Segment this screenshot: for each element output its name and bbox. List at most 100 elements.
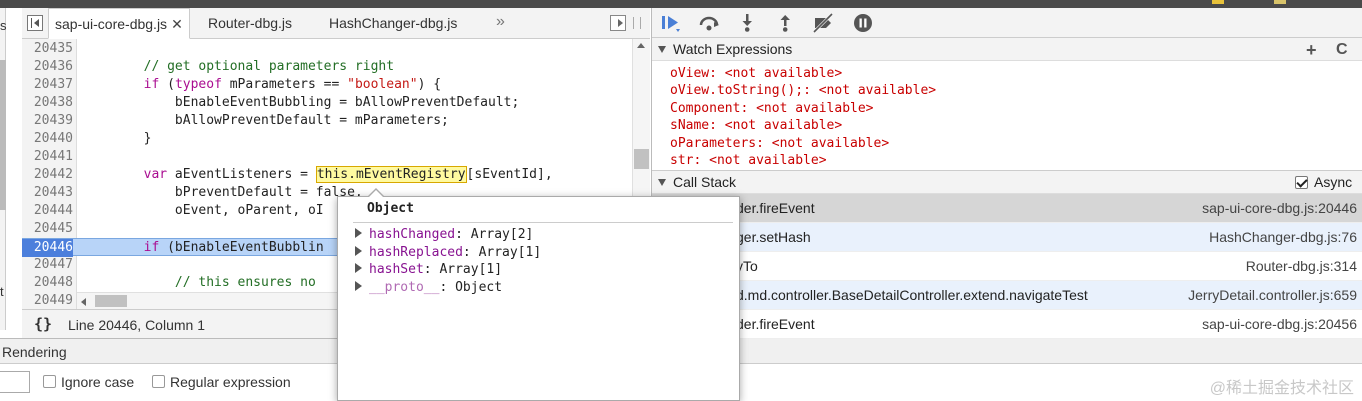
- object-property[interactable]: hashSet: Array[1]: [355, 261, 502, 278]
- call-stack-frame[interactable]: der.fireEvent sap-ui-core-dbg.js:20446: [652, 194, 1362, 223]
- frame-location[interactable]: sap-ui-core-dbg.js:20456: [1202, 316, 1357, 332]
- line-number[interactable]: 20437: [22, 76, 73, 94]
- deactivate-breakpoints-icon[interactable]: [812, 12, 834, 34]
- line-number[interactable]: 20447: [22, 256, 73, 274]
- navigator-scrollbar-thumb[interactable]: [0, 60, 6, 210]
- watch-expression[interactable]: sName: <not available>: [670, 117, 842, 134]
- line-number[interactable]: 20439: [22, 112, 73, 130]
- line-number[interactable]: 20446: [22, 239, 73, 257]
- section-title: Call Stack: [673, 174, 737, 190]
- code-line[interactable]: 20435: [22, 40, 632, 58]
- async-checkbox[interactable]: [1295, 176, 1308, 189]
- line-number[interactable]: 20449: [22, 292, 73, 309]
- code-text: }: [81, 131, 152, 146]
- horizontal-scroll-thumb[interactable]: [95, 295, 127, 307]
- hovered-expression[interactable]: this.mEventRegistry: [315, 166, 467, 183]
- property-name: hashChanged: [369, 227, 456, 242]
- watch-value: <not available>: [771, 135, 890, 151]
- line-number[interactable]: 20435: [22, 40, 73, 58]
- object-property[interactable]: __proto__: Object: [355, 279, 502, 296]
- watch-separator: :: [709, 118, 725, 134]
- expand-triangle-icon[interactable]: [355, 245, 362, 256]
- watermark: @稀土掘金技术社区: [1209, 380, 1354, 397]
- search-input[interactable]: [0, 371, 30, 393]
- frame-location[interactable]: Router-dbg.js:314: [1246, 258, 1357, 274]
- add-watch-button[interactable]: +: [1306, 40, 1317, 61]
- step-out-icon[interactable]: [774, 13, 796, 33]
- toggle-debugger-button[interactable]: [610, 15, 626, 31]
- property-name: __proto__: [369, 279, 440, 295]
- tab-rendering[interactable]: Rendering: [2, 344, 67, 360]
- toggle-navigator-button[interactable]: [27, 15, 43, 31]
- popover-divider: [353, 222, 733, 223]
- pretty-print-button[interactable]: {}: [34, 315, 52, 333]
- code-line[interactable]: 20438 bEnableEventBubbling = bAllowPreve…: [22, 94, 632, 112]
- step-into-icon[interactable]: [736, 13, 758, 33]
- watch-expression[interactable]: str: <not available>: [670, 152, 827, 169]
- expand-triangle-icon[interactable]: [355, 280, 362, 291]
- code-line[interactable]: 20440 }: [22, 130, 632, 148]
- panel-resize-grip[interactable]: [633, 17, 641, 29]
- code-line[interactable]: 20441: [22, 148, 632, 166]
- frame-function: d.md.controller.BaseDetailController.ext…: [736, 287, 1088, 303]
- navigator-panel-edge[interactable]: s t: [0, 8, 7, 330]
- line-number[interactable]: 20448: [22, 274, 73, 292]
- code-line[interactable]: 20439 bAllowPreventDefault = mParameters…: [22, 112, 632, 130]
- scroll-up-arrow-icon[interactable]: [637, 43, 645, 48]
- tab-sap-ui-core-dbg[interactable]: sap-ui-core-dbg.js ✕: [48, 8, 190, 39]
- code-text: if (typeof mParameters == "boolean") {: [143, 77, 442, 92]
- code-text: bEnableEventBubbling = bAllowPreventDefa…: [81, 95, 520, 110]
- frame-function: ger.setHash: [736, 229, 811, 245]
- expand-triangle-icon[interactable]: [658, 179, 666, 186]
- step-over-icon[interactable]: [698, 13, 720, 33]
- expand-triangle-icon[interactable]: [355, 263, 362, 273]
- vertical-scroll-thumb[interactable]: [634, 149, 649, 169]
- watch-value: <not available>: [709, 153, 827, 168]
- line-number[interactable]: 20442: [22, 166, 73, 184]
- watch-expression[interactable]: oView.toString();: <not available>: [670, 82, 936, 99]
- pause-on-exceptions-icon[interactable]: [852, 13, 874, 33]
- regex-checkbox[interactable]: [152, 375, 165, 388]
- tab-router-dbg[interactable]: Router-dbg.js: [208, 8, 292, 39]
- frame-location[interactable]: sap-ui-core-dbg.js:20446: [1202, 200, 1357, 216]
- code-line[interactable]: 20436 // get optional parameters right: [22, 58, 632, 76]
- call-stack-frame[interactable]: d.md.controller.BaseDetailController.ext…: [652, 281, 1362, 310]
- frame-location[interactable]: JerryDetail.controller.js:659: [1188, 287, 1357, 303]
- code-line[interactable]: 20437 if (typeof mParameters == "boolean…: [22, 76, 632, 94]
- line-number[interactable]: 20445: [22, 220, 73, 238]
- more-tabs-icon[interactable]: »: [496, 13, 505, 31]
- scroll-left-arrow-icon[interactable]: [81, 298, 86, 306]
- close-icon[interactable]: ✕: [171, 16, 183, 32]
- call-stack-header[interactable]: Call Stack Async: [652, 170, 1362, 194]
- tab-hashchanger-dbg[interactable]: HashChanger-dbg.js: [329, 8, 457, 39]
- frame-location[interactable]: HashChanger-dbg.js:76: [1209, 229, 1357, 245]
- watch-name: str: [670, 153, 694, 168]
- line-number[interactable]: 20444: [22, 202, 73, 220]
- resume-icon[interactable]: [660, 13, 682, 33]
- object-property[interactable]: hashChanged: Array[2]: [355, 226, 533, 243]
- watch-expression[interactable]: oParameters: <not available>: [670, 135, 889, 152]
- property-value: Array[2]: [470, 227, 534, 242]
- expand-triangle-icon[interactable]: [658, 46, 666, 53]
- line-number[interactable]: 20436: [22, 58, 73, 76]
- call-stack-frame[interactable]: ger.setHash HashChanger-dbg.js:76: [652, 223, 1362, 252]
- call-stack-frame[interactable]: der.fireEvent sap-ui-core-dbg.js:20456: [652, 310, 1362, 339]
- watch-expression[interactable]: Component: <not available>: [670, 100, 874, 117]
- ignore-case-checkbox[interactable]: [43, 375, 56, 388]
- line-number[interactable]: 20440: [22, 130, 73, 148]
- expand-triangle-icon[interactable]: [355, 228, 362, 238]
- refresh-watch-button[interactable]: C: [1336, 41, 1348, 59]
- tab-label: HashChanger-dbg.js: [329, 15, 458, 31]
- watch-expressions-header[interactable]: Watch Expressions + C: [652, 37, 1362, 61]
- line-number[interactable]: 20438: [22, 94, 73, 112]
- line-number[interactable]: 20443: [22, 184, 73, 202]
- property-separator: :: [423, 262, 440, 277]
- debugger-toolbar: [652, 8, 1362, 38]
- property-name: hashSet: [369, 262, 424, 277]
- line-number[interactable]: 20441: [22, 148, 73, 166]
- call-stack-frame[interactable]: yTo Router-dbg.js:314: [652, 252, 1362, 281]
- object-property[interactable]: hashReplaced: Array[1]: [355, 244, 541, 261]
- code-line[interactable]: 20442 var aEventListeners = this.mEventR…: [22, 166, 632, 184]
- object-preview-popover[interactable]: Object hashChanged: Array[2] hashReplaced…: [337, 188, 740, 401]
- watch-expression[interactable]: oView: <not available>: [670, 65, 842, 82]
